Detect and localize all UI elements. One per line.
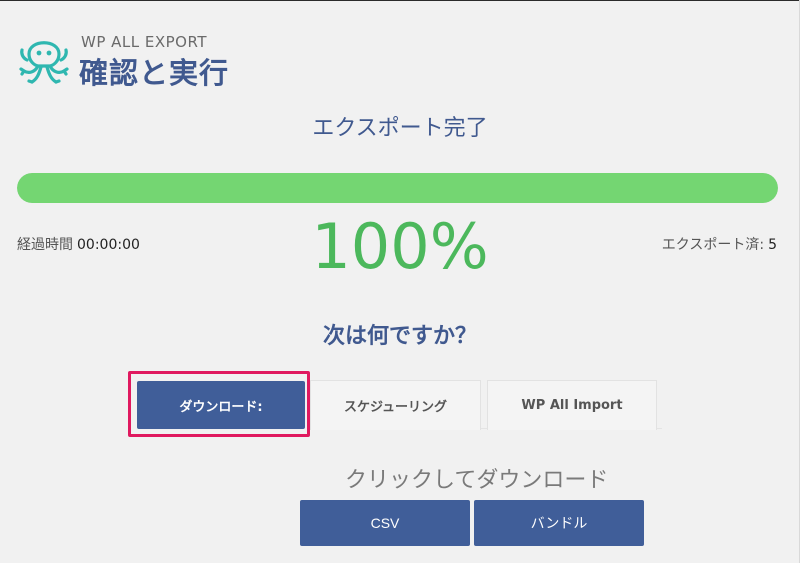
csv-download-button[interactable]: CSV — [300, 500, 470, 546]
download-prompt: クリックしてダウンロード — [345, 468, 609, 493]
progress-bar — [17, 173, 778, 203]
export-complete-heading: エクスポート完了 — [312, 116, 488, 141]
tab-wp-all-import[interactable]: WP All Import — [487, 380, 657, 430]
tab-download[interactable]: ダウンロード: — [137, 381, 305, 429]
progress-bar-fill — [17, 173, 778, 203]
exported-count: エクスポート済: 5 — [662, 234, 777, 254]
window-top-border — [0, 0, 800, 1]
exported-count-label: エクスポート済: — [661, 237, 765, 253]
whats-next-heading: 次は何ですか？ — [322, 324, 477, 349]
product-name: WP ALL EXPORT — [81, 33, 207, 51]
octopus-logo-icon — [19, 41, 69, 84]
exported-count-value: 5 — [768, 237, 777, 253]
tab-scheduling[interactable]: スケジューリング — [310, 380, 481, 430]
bundle-download-button[interactable]: バンドル — [474, 500, 644, 546]
page-title: 確認と実行 — [79, 56, 230, 90]
